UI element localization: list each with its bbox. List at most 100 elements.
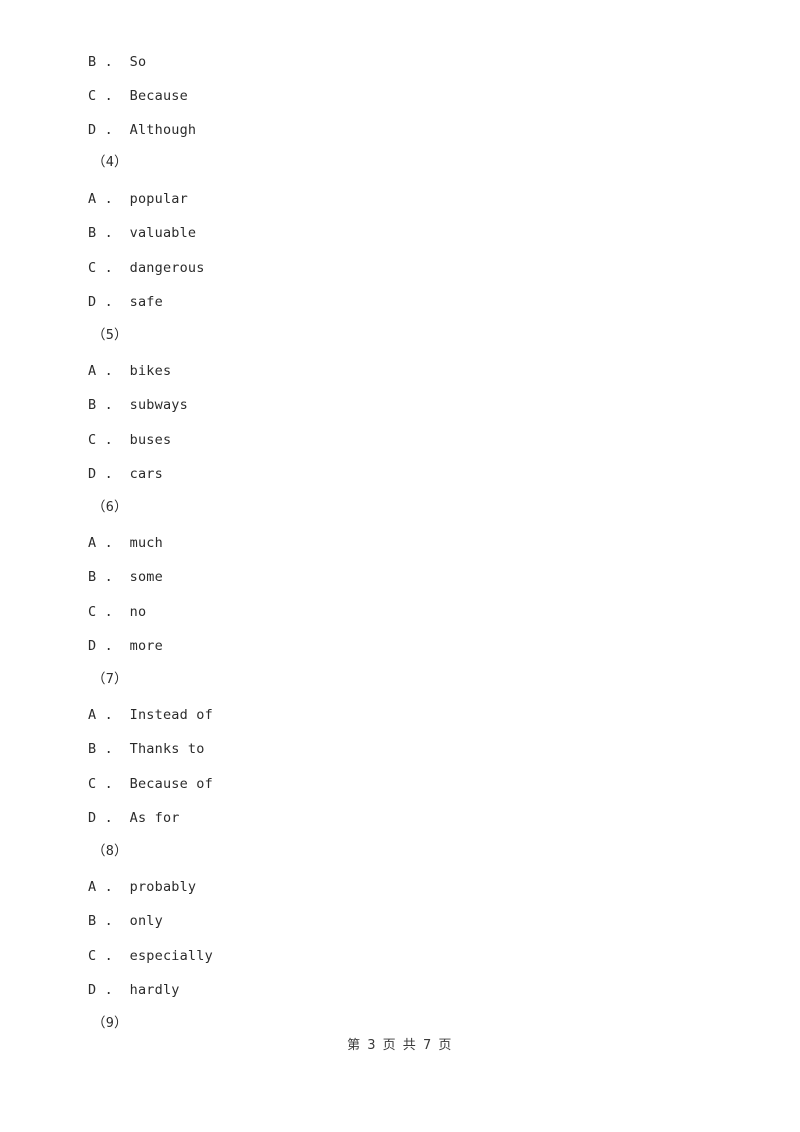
option-gap: [113, 913, 130, 929]
option-gap: [113, 982, 130, 998]
option-gap: [113, 88, 130, 104]
option-period: .: [104, 363, 113, 379]
option-separator: [96, 948, 104, 964]
option-text: some: [129, 569, 163, 585]
option-period: .: [104, 913, 113, 929]
option-gap: [113, 260, 130, 276]
option-separator: [96, 879, 104, 895]
option-separator: [96, 88, 104, 104]
option-text: dangerous: [129, 260, 205, 276]
option-period: .: [104, 569, 113, 585]
option-period: .: [104, 879, 113, 895]
answer-option: B . So: [0, 52, 800, 86]
answer-option: C . buses: [0, 430, 800, 464]
option-period: .: [104, 776, 113, 792]
option-text: buses: [129, 432, 172, 448]
document-page: B . So C . Because D . Although （4） A . popu…: [0, 0, 800, 1132]
option-period: .: [104, 638, 113, 654]
option-period: .: [104, 54, 113, 70]
option-period: .: [104, 535, 113, 551]
option-gap: [113, 879, 130, 895]
blank-number-text: （7）: [92, 671, 128, 687]
option-period: .: [104, 948, 113, 964]
option-period: .: [104, 982, 113, 998]
option-text: bikes: [129, 363, 172, 379]
answer-option: B . valuable: [0, 223, 800, 257]
option-separator: [96, 363, 104, 379]
option-gap: [113, 191, 130, 207]
option-separator: [96, 913, 104, 929]
blank-number-label: （6）: [0, 497, 800, 531]
option-period: .: [104, 294, 113, 310]
option-gap: [113, 294, 130, 310]
option-gap: [113, 604, 130, 620]
option-text: hardly: [129, 982, 180, 998]
option-separator: [96, 432, 104, 448]
option-separator: [96, 810, 104, 826]
option-separator: [96, 191, 104, 207]
blank-number-text: （5）: [92, 327, 128, 343]
blank-number-text: （4）: [92, 154, 128, 170]
option-text: So: [129, 54, 147, 70]
answer-option: D . cars: [0, 464, 800, 498]
blank-number-label: （4）: [0, 152, 800, 186]
answer-option: C . Because of: [0, 774, 800, 808]
option-text: cars: [129, 466, 163, 482]
page-footer: 第 3 页 共 7 页: [347, 1038, 453, 1053]
option-gap: [113, 776, 130, 792]
option-period: .: [104, 122, 113, 138]
answer-option: A . popular: [0, 189, 800, 223]
option-period: .: [104, 260, 113, 276]
option-gap: [113, 225, 130, 241]
option-text: probably: [129, 879, 197, 895]
option-separator: [96, 638, 104, 654]
option-period: .: [104, 604, 113, 620]
option-period: .: [104, 432, 113, 448]
option-separator: [96, 54, 104, 70]
option-text: no: [129, 604, 147, 620]
option-separator: [96, 707, 104, 723]
option-text: subways: [129, 397, 188, 413]
option-gap: [113, 741, 130, 757]
option-gap: [113, 397, 130, 413]
answer-option: C . especially: [0, 946, 800, 980]
option-separator: [96, 225, 104, 241]
option-text: Instead of: [129, 707, 213, 723]
option-period: .: [104, 741, 113, 757]
option-gap: [113, 810, 130, 826]
option-text: more: [129, 638, 163, 654]
option-text: Because of: [129, 776, 213, 792]
answer-option: C . no: [0, 602, 800, 636]
answer-option: A . bikes: [0, 361, 800, 395]
option-gap: [113, 54, 130, 70]
answer-option: A . probably: [0, 877, 800, 911]
option-gap: [113, 122, 130, 138]
answer-option: C . Because: [0, 86, 800, 120]
answer-option: A . much: [0, 533, 800, 567]
option-period: .: [104, 810, 113, 826]
answer-option: B . some: [0, 567, 800, 601]
option-period: .: [104, 191, 113, 207]
option-separator: [96, 260, 104, 276]
option-text: especially: [129, 948, 213, 964]
option-separator: [96, 604, 104, 620]
option-text: Although: [129, 122, 197, 138]
answer-option: B . only: [0, 911, 800, 945]
option-text: safe: [129, 294, 163, 310]
option-separator: [96, 535, 104, 551]
blank-number-label: （8）: [0, 841, 800, 875]
option-period: .: [104, 88, 113, 104]
option-text: only: [129, 913, 163, 929]
option-separator: [96, 982, 104, 998]
option-separator: [96, 776, 104, 792]
option-gap: [113, 363, 130, 379]
answer-option: D . Although: [0, 120, 800, 154]
answer-option: D . more: [0, 636, 800, 670]
option-separator: [96, 397, 104, 413]
option-period: .: [104, 397, 113, 413]
option-gap: [113, 466, 130, 482]
option-period: .: [104, 707, 113, 723]
option-separator: [96, 741, 104, 757]
answer-option: D . As for: [0, 808, 800, 842]
option-gap: [113, 707, 130, 723]
